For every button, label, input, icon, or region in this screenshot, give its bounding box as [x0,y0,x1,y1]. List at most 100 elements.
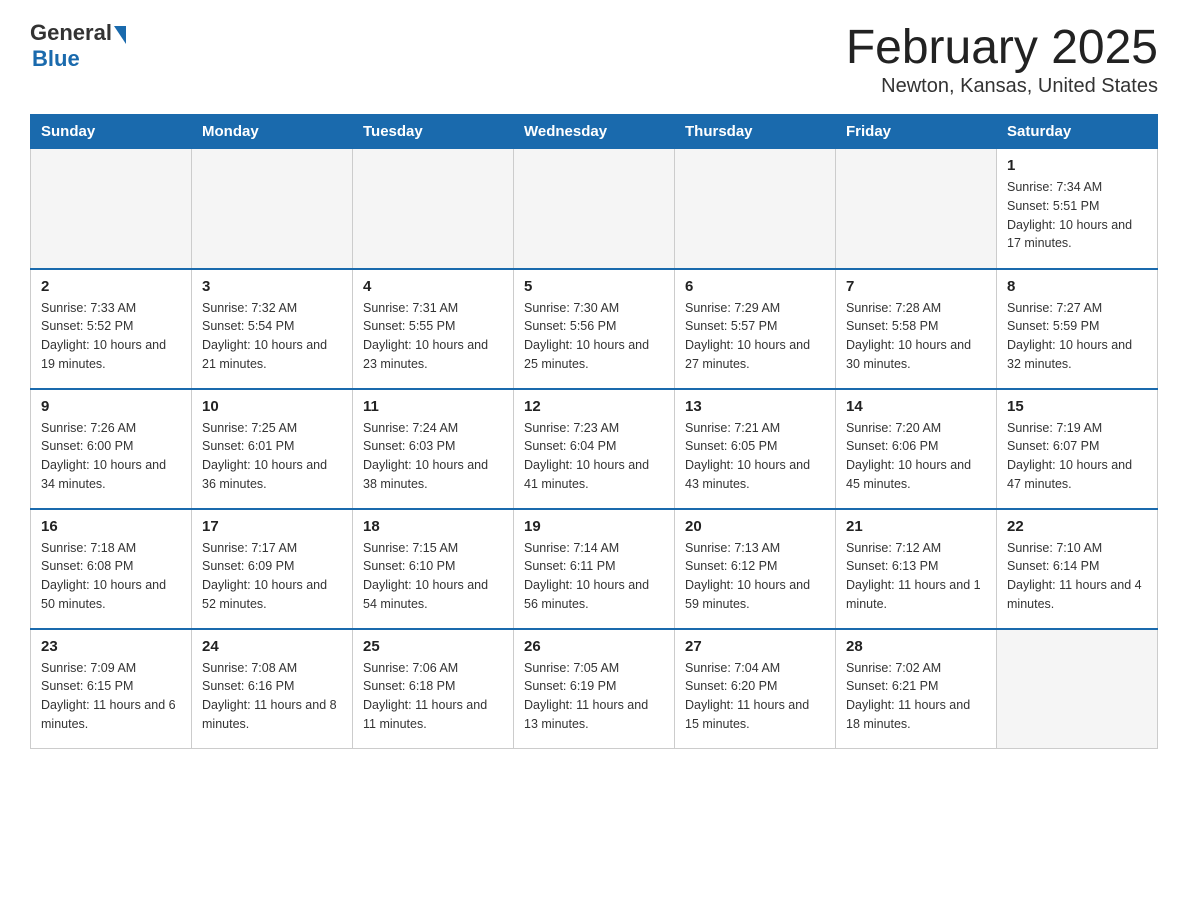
calendar-day-cell: 18 Sunrise: 7:15 AMSunset: 6:10 PMDayligh… [353,509,514,629]
day-info: Sunrise: 7:06 AMSunset: 6:18 PMDaylight:… [363,659,503,734]
day-number: 24 [202,638,342,655]
day-info: Sunrise: 7:09 AMSunset: 6:15 PMDaylight:… [41,659,181,734]
calendar-day-cell [514,149,675,269]
calendar-day-cell: 28Sunrise: 7:02 AMSunset: 6:21 PMDayligh… [836,629,997,749]
day-number: 19 [524,518,664,535]
day-number: 13 [685,398,825,415]
calendar-day-cell: 9 Sunrise: 7:26 AMSunset: 6:00 PMDaylight… [31,389,192,509]
calendar-day-cell: 24Sunrise: 7:08 AMSunset: 6:16 PMDayligh… [192,629,353,749]
day-number: 25 [363,638,503,655]
day-info: Sunrise: 7:33 AMSunset: 5:52 PMDaylight:… [41,299,181,374]
calendar-day-cell: 13 Sunrise: 7:21 AMSunset: 6:05 PMDayligh… [675,389,836,509]
calendar-day-cell: 6 Sunrise: 7:29 AMSunset: 5:57 PMDaylight… [675,269,836,389]
day-info: Sunrise: 7:02 AMSunset: 6:21 PMDaylight:… [846,659,986,734]
calendar-title: February 2025 [846,20,1158,75]
day-info: Sunrise: 7:12 AMSunset: 6:13 PMDaylight:… [846,539,986,614]
calendar-week-row: 23Sunrise: 7:09 AMSunset: 6:15 PMDayligh… [31,629,1158,749]
day-info: Sunrise: 7:10 AMSunset: 6:14 PMDaylight:… [1007,539,1147,614]
day-info: Sunrise: 7:23 AMSunset: 6:04 PMDaylight:… [524,419,664,494]
calendar-table: SundayMondayTuesdayWednesdayThursdayFrid… [30,114,1158,749]
calendar-body: 1Sunrise: 7:34 AMSunset: 5:51 PMDaylight… [31,149,1158,749]
day-number: 11 [363,398,503,415]
day-info: Sunrise: 7:18 AMSunset: 6:08 PMDaylight:… [41,539,181,614]
logo: General Blue [30,20,126,72]
calendar-day-cell: 5 Sunrise: 7:30 AMSunset: 5:56 PMDaylight… [514,269,675,389]
calendar-day-cell [836,149,997,269]
day-number: 15 [1007,398,1147,415]
weekday-header-friday: Friday [836,115,997,149]
weekday-header-row: SundayMondayTuesdayWednesdayThursdayFrid… [31,115,1158,149]
day-number: 14 [846,398,986,415]
day-number: 16 [41,518,181,535]
calendar-day-cell: 14 Sunrise: 7:20 AMSunset: 6:06 PMDayligh… [836,389,997,509]
calendar-day-cell [353,149,514,269]
calendar-day-cell: 22 Sunrise: 7:10 AMSunset: 6:14 PMDayligh… [997,509,1158,629]
weekday-header-tuesday: Tuesday [353,115,514,149]
day-number: 22 [1007,518,1147,535]
calendar-day-cell: 16 Sunrise: 7:18 AMSunset: 6:08 PMDayligh… [31,509,192,629]
day-info: Sunrise: 7:26 AMSunset: 6:00 PMDaylight:… [41,419,181,494]
calendar-day-cell: 19 Sunrise: 7:14 AMSunset: 6:11 PMDayligh… [514,509,675,629]
calendar-day-cell: 25 Sunrise: 7:06 AMSunset: 6:18 PMDayligh… [353,629,514,749]
calendar-day-cell: 21 Sunrise: 7:12 AMSunset: 6:13 PMDayligh… [836,509,997,629]
calendar-day-cell: 27 Sunrise: 7:04 AMSunset: 6:20 PMDayligh… [675,629,836,749]
logo-arrow-icon [114,26,126,44]
logo-blue-text: Blue [32,46,80,72]
day-info: Sunrise: 7:13 AMSunset: 6:12 PMDaylight:… [685,539,825,614]
calendar-day-cell: 26Sunrise: 7:05 AMSunset: 6:19 PMDayligh… [514,629,675,749]
day-number: 5 [524,278,664,295]
weekday-header-saturday: Saturday [997,115,1158,149]
calendar-day-cell: 4 Sunrise: 7:31 AMSunset: 5:55 PMDaylight… [353,269,514,389]
calendar-day-cell: 1Sunrise: 7:34 AMSunset: 5:51 PMDaylight… [997,149,1158,269]
day-number: 21 [846,518,986,535]
day-info: Sunrise: 7:15 AMSunset: 6:10 PMDaylight:… [363,539,503,614]
weekday-header-sunday: Sunday [31,115,192,149]
calendar-subtitle: Newton, Kansas, United States [846,75,1158,98]
day-info: Sunrise: 7:34 AMSunset: 5:51 PMDaylight:… [1007,178,1147,253]
calendar-day-cell: 20Sunrise: 7:13 AMSunset: 6:12 PMDayligh… [675,509,836,629]
calendar-day-cell [675,149,836,269]
day-info: Sunrise: 7:21 AMSunset: 6:05 PMDaylight:… [685,419,825,494]
calendar-week-row: 16 Sunrise: 7:18 AMSunset: 6:08 PMDayligh… [31,509,1158,629]
day-number: 3 [202,278,342,295]
day-number: 2 [41,278,181,295]
day-info: Sunrise: 7:24 AMSunset: 6:03 PMDaylight:… [363,419,503,494]
weekday-header-monday: Monday [192,115,353,149]
calendar-day-cell: 15Sunrise: 7:19 AMSunset: 6:07 PMDayligh… [997,389,1158,509]
day-number: 17 [202,518,342,535]
weekday-header-wednesday: Wednesday [514,115,675,149]
calendar-day-cell: 23Sunrise: 7:09 AMSunset: 6:15 PMDayligh… [31,629,192,749]
calendar-day-cell [192,149,353,269]
day-number: 6 [685,278,825,295]
day-info: Sunrise: 7:25 AMSunset: 6:01 PMDaylight:… [202,419,342,494]
day-number: 8 [1007,278,1147,295]
calendar-week-row: 1Sunrise: 7:34 AMSunset: 5:51 PMDaylight… [31,149,1158,269]
calendar-day-cell: 11 Sunrise: 7:24 AMSunset: 6:03 PMDayligh… [353,389,514,509]
day-number: 7 [846,278,986,295]
day-number: 9 [41,398,181,415]
calendar-day-cell: 8Sunrise: 7:27 AMSunset: 5:59 PMDaylight… [997,269,1158,389]
calendar-day-cell: 2 Sunrise: 7:33 AMSunset: 5:52 PMDaylight… [31,269,192,389]
calendar-week-row: 2 Sunrise: 7:33 AMSunset: 5:52 PMDaylight… [31,269,1158,389]
day-info: Sunrise: 7:14 AMSunset: 6:11 PMDaylight:… [524,539,664,614]
calendar-day-cell: 17Sunrise: 7:17 AMSunset: 6:09 PMDayligh… [192,509,353,629]
day-info: Sunrise: 7:29 AMSunset: 5:57 PMDaylight:… [685,299,825,374]
day-number: 27 [685,638,825,655]
day-info: Sunrise: 7:31 AMSunset: 5:55 PMDaylight:… [363,299,503,374]
day-number: 26 [524,638,664,655]
calendar-day-cell [31,149,192,269]
calendar-day-cell: 3Sunrise: 7:32 AMSunset: 5:54 PMDaylight… [192,269,353,389]
day-info: Sunrise: 7:04 AMSunset: 6:20 PMDaylight:… [685,659,825,734]
day-number: 10 [202,398,342,415]
calendar-day-cell [997,629,1158,749]
day-number: 12 [524,398,664,415]
calendar-week-row: 9 Sunrise: 7:26 AMSunset: 6:00 PMDaylight… [31,389,1158,509]
page-header: General Blue February 2025 Newton, Kansa… [30,20,1158,98]
day-info: Sunrise: 7:28 AMSunset: 5:58 PMDaylight:… [846,299,986,374]
day-info: Sunrise: 7:30 AMSunset: 5:56 PMDaylight:… [524,299,664,374]
day-number: 18 [363,518,503,535]
title-section: February 2025 Newton, Kansas, United Sta… [846,20,1158,98]
weekday-header-thursday: Thursday [675,115,836,149]
day-info: Sunrise: 7:20 AMSunset: 6:06 PMDaylight:… [846,419,986,494]
day-number: 4 [363,278,503,295]
